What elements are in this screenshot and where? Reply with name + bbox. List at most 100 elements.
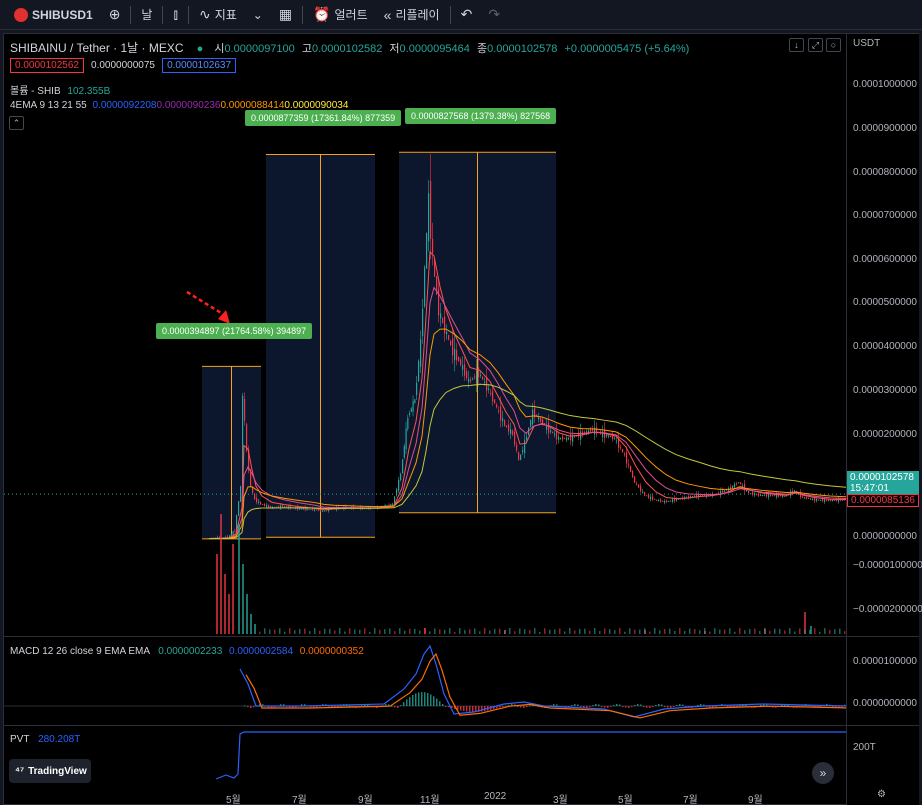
price-axis-label: 0.0001000000: [853, 79, 917, 90]
candle-body: [462, 365, 464, 370]
pane-separator[interactable]: [4, 725, 919, 726]
macd-histogram-bar: [433, 696, 435, 706]
macd-value-2: 0.0000002584: [229, 646, 294, 657]
candle-body: [510, 429, 512, 434]
macd-histogram-bar: [727, 706, 729, 707]
chart-canvas: [4, 151, 846, 780]
candle-body: [610, 436, 612, 438]
volume-legend[interactable]: 볼륨 - SHIB 102.355B: [10, 82, 110, 97]
symbol-search-button[interactable]: SHIBUSD1: [6, 0, 101, 30]
candle-body: [396, 489, 398, 496]
candle-body: [490, 393, 492, 395]
candle-body: [636, 483, 638, 485]
time-axis-label: 2022: [484, 791, 507, 802]
candle-body: [644, 492, 646, 496]
macd-histogram-bar: [406, 699, 408, 706]
divider: [130, 5, 132, 24]
candle-body: [770, 494, 772, 496]
measure-label-3[interactable]: 0.0000827568 (1379.38%) 827568: [405, 108, 557, 124]
templates-button[interactable]: ▦: [271, 0, 300, 30]
volume-bar: [739, 628, 741, 634]
candle-body: [420, 339, 422, 367]
macd-histogram-bar: [553, 704, 555, 706]
plot-area[interactable]: SHIBAINU / Tether · 1날 · MEXC ● 시0.00000…: [4, 34, 846, 805]
collapse-legend-button[interactable]: ⌃: [9, 116, 24, 130]
candle-body: [812, 498, 814, 500]
measure-label-2[interactable]: 0.0000877359 (17361.84%) 877359: [245, 110, 402, 126]
ask-price-button[interactable]: 0.0000102637: [162, 58, 237, 73]
volume-bar: [724, 629, 726, 634]
macd-legend[interactable]: MACD 12 26 close 9 EMA EMA 0.0000002233 …: [10, 646, 364, 657]
candle-body: [454, 348, 456, 361]
volume-bar: [494, 628, 496, 634]
ema-value-2: 0.0000090236: [156, 100, 221, 111]
volume-bar: [519, 628, 521, 634]
interval-button[interactable]: 날: [133, 0, 160, 30]
replay-button[interactable]: « 리플레이: [376, 0, 448, 30]
download-button[interactable]: ↓: [789, 38, 804, 52]
candle-body: [460, 359, 462, 365]
redo-button[interactable]: ↷: [480, 0, 508, 30]
measure-label-1[interactable]: 0.0000394897 (21764.58%) 394897: [156, 323, 313, 339]
volume-bar: [464, 629, 466, 634]
chart-frame: SHIBAINU / Tether · 1날 · MEXC ● 시0.00000…: [3, 33, 922, 805]
volume-bar: [804, 629, 806, 634]
maximize-button[interactable]: ⤢: [808, 38, 823, 52]
volume-bar: [314, 628, 316, 634]
macd-histogram-bar: [616, 704, 618, 706]
compare-button[interactable]: ⊕: [101, 0, 129, 30]
candle-body: [754, 493, 756, 496]
currency-label[interactable]: USDT: [853, 38, 880, 49]
volume-bar: [534, 628, 536, 634]
alert-button[interactable]: ⏰ 얼러트: [305, 0, 376, 30]
volume-bar: [719, 629, 721, 634]
candle-body: [760, 494, 762, 496]
price-axis[interactable]: USDT 0.0001000000 0.0000900000 0.000080000…: [846, 34, 922, 805]
price-axis-label: 0.0000300000: [853, 385, 917, 396]
bid-price-button[interactable]: 0.0000102562: [10, 58, 84, 73]
volume-bar: [232, 544, 234, 634]
chart-title: SHIBAINU / Tether · 1날 · MEXC: [10, 41, 184, 55]
tradingview-logo[interactable]: ⁴⁷ TradingView: [9, 759, 91, 783]
volume-bar: [754, 628, 756, 634]
scroll-to-latest-button[interactable]: »: [812, 762, 834, 784]
candle-body: [494, 399, 496, 404]
pane-separator[interactable]: [4, 636, 919, 637]
divider: [162, 5, 164, 24]
volume-bar: [349, 628, 351, 634]
pvt-legend[interactable]: PVT 280.208T: [10, 734, 80, 745]
macd-histogram-bar: [556, 704, 558, 706]
volume-bar: [764, 628, 766, 634]
macd-histogram-bar: [619, 704, 621, 706]
volume-bar: [614, 630, 616, 634]
undo-button[interactable]: ↶: [453, 0, 481, 30]
volume-bar: [769, 630, 771, 634]
volume-bar: [594, 628, 596, 634]
candle-body: [278, 506, 280, 508]
candle-body: [648, 495, 650, 498]
indicators-dropdown[interactable]: ⌄: [245, 0, 271, 30]
ema-legend-label: 4EMA 9 13 21 55: [10, 100, 87, 111]
volume-bar: [469, 629, 471, 634]
candle-body: [478, 367, 480, 378]
macd-histogram-bar: [646, 706, 648, 708]
volume-bar: [774, 628, 776, 634]
candle-body: [502, 418, 504, 422]
settings-circle-button[interactable]: ○: [826, 38, 841, 52]
volume-bar: [809, 629, 811, 634]
macd-value-1: 0.0000002233: [158, 646, 223, 657]
grid-icon: ▦: [278, 6, 293, 22]
macd-histogram-bar: [577, 704, 579, 706]
candle-body: [774, 494, 776, 496]
macd-histogram-bar: [676, 704, 678, 706]
indicators-button[interactable]: ∿ 지표: [191, 0, 245, 30]
volume-bar: [794, 631, 796, 634]
candle-body: [398, 479, 400, 491]
settings-gear-icon[interactable]: ⚙: [877, 789, 886, 800]
candle-body: [608, 435, 610, 437]
macd-axis-zero: 0.0000000000: [853, 698, 917, 709]
volume-bar: [459, 628, 461, 634]
chart-type-button[interactable]: ⫾: [165, 0, 185, 30]
macd-histogram-bar: [529, 705, 531, 707]
replay-label: 리플레이: [395, 8, 440, 22]
